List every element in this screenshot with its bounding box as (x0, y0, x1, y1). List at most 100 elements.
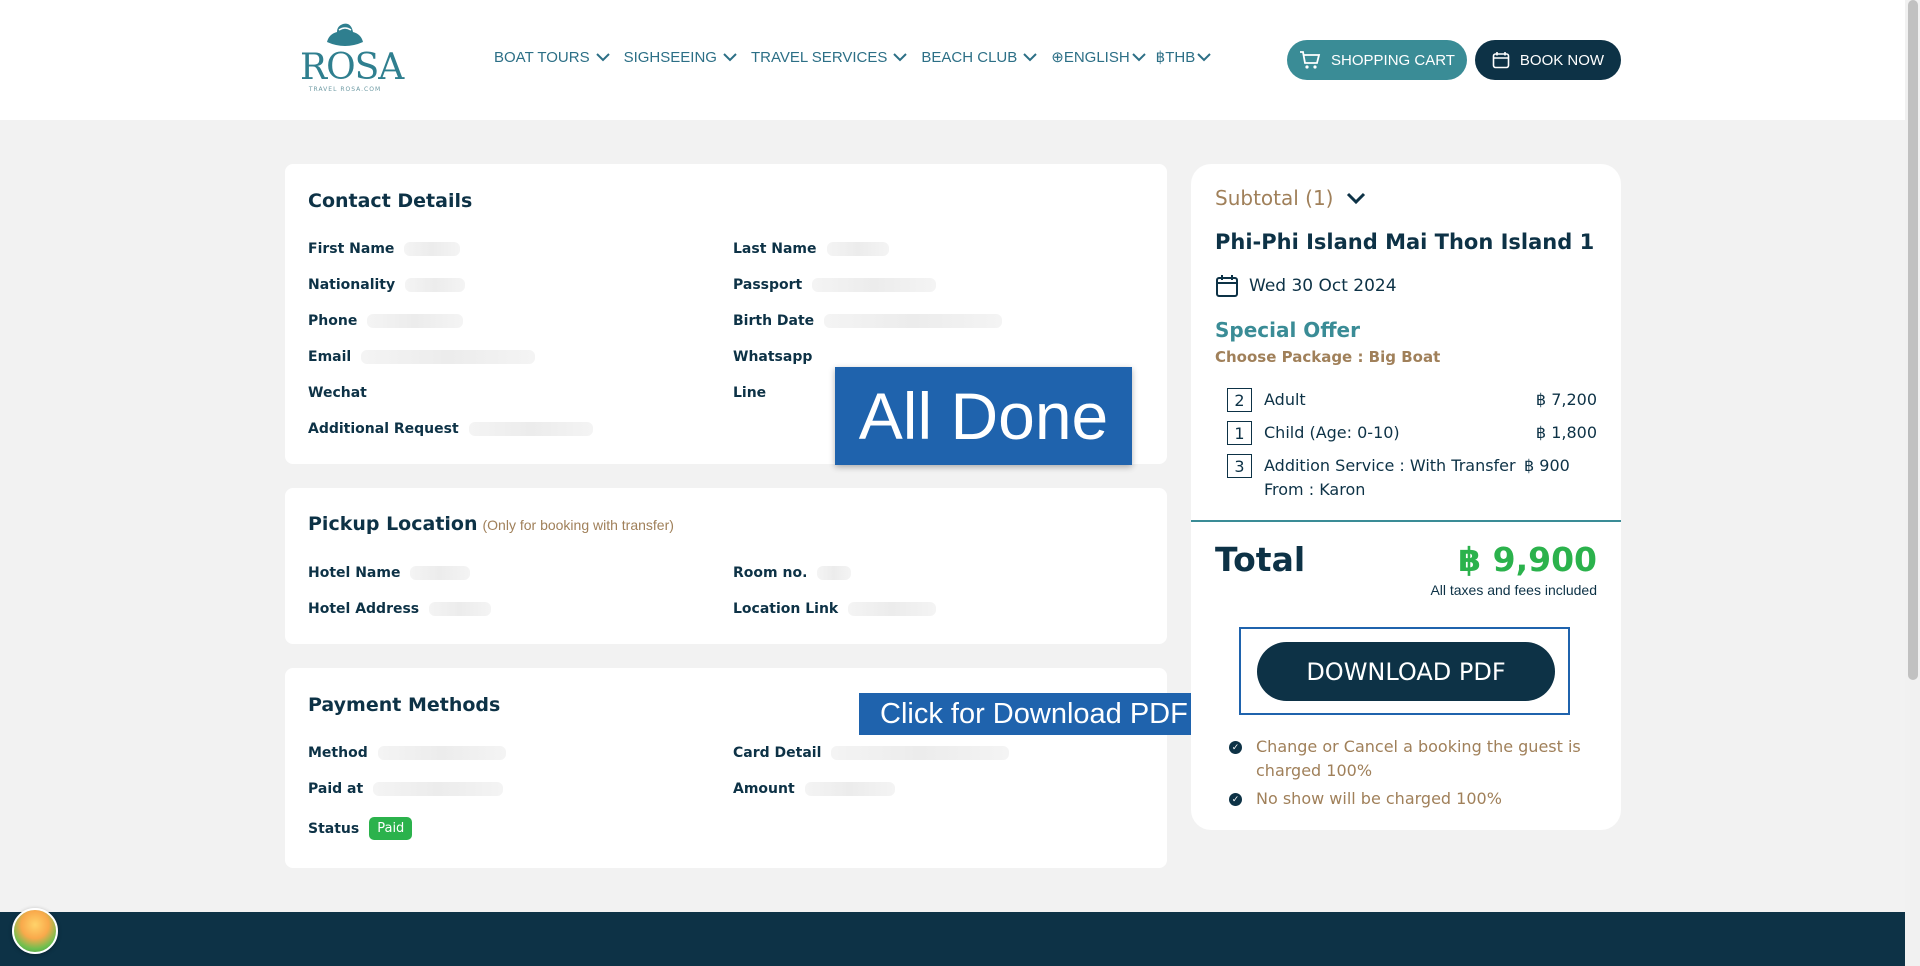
tour-date: Wed 30 Oct 2024 (1215, 274, 1397, 298)
redacted-value (429, 602, 492, 616)
package-label: Choose Package : Big Boat (1215, 348, 1441, 366)
hotel-address-field: Hotel Address (308, 601, 492, 617)
amount-field: Amount (733, 781, 895, 797)
field-label: Nationality (308, 277, 396, 293)
field-label: Location Link (733, 601, 839, 617)
field-label: Phone (308, 313, 358, 329)
total-label: Total (1215, 540, 1306, 579)
chevron-down-icon (893, 52, 908, 61)
email-field: Email (308, 349, 536, 365)
field-label: Whatsapp (733, 349, 813, 365)
passport-field: Passport (733, 277, 937, 293)
field-label: Hotel Name (308, 565, 401, 581)
hat-logo-icon (327, 23, 363, 46)
nav-language-select[interactable]: ⊕ENGLISH (1051, 48, 1146, 66)
phone-field: Phone (308, 313, 464, 329)
item-price: ฿ 7,200 (1535, 390, 1597, 409)
calendar-icon (1216, 275, 1238, 297)
book-label: BOOK NOW (1519, 51, 1605, 69)
nationality-field: Nationality (308, 277, 466, 293)
nav-sightseeing[interactable]: SIGHSEEING (624, 48, 737, 66)
redacted-value (361, 350, 536, 364)
beach-avatar-icon[interactable] (12, 908, 58, 954)
subtotal-toggle[interactable]: Subtotal (1) (1215, 186, 1366, 210)
first-name-field: First Name (308, 241, 461, 257)
chevron-down-icon (1023, 52, 1037, 61)
chevron-down-icon (1131, 52, 1146, 61)
nav-label: TRAVEL SERVICES (750, 48, 888, 66)
special-offer-label: Special Offer (1215, 318, 1360, 342)
nav-label: ⊕ENGLISH (1051, 49, 1130, 66)
field-label: Birth Date (733, 313, 815, 329)
redacted-value (404, 242, 461, 256)
policy-cancel: ✓ Change or Cancel a booking the guest i… (1229, 735, 1589, 783)
check-icon: ✓ (1229, 741, 1242, 754)
redacted-value (405, 278, 466, 292)
calendar-icon (1492, 52, 1510, 69)
redacted-value (377, 746, 506, 760)
nav-travel-services[interactable]: TRAVEL SERVICES (750, 48, 908, 66)
pickup-heading: Pickup Location (Only for booking with t… (308, 513, 674, 535)
quantity-box: 2 (1227, 388, 1252, 412)
cart-label: SHOPPING CART (1331, 51, 1455, 69)
field-label: Room no. (733, 565, 808, 581)
line-field: Line (733, 385, 766, 401)
check-icon: ✓ (1229, 793, 1242, 806)
policy-text: No show will be charged 100% (1256, 789, 1502, 808)
redacted-value (468, 422, 593, 436)
shopping-cart-button[interactable]: SHOPPING CART (1287, 40, 1467, 80)
location-link-field: Location Link (733, 601, 937, 617)
redacted-value (373, 782, 504, 796)
redacted-value (826, 242, 889, 256)
field-label: Email (308, 349, 352, 365)
line-item-transfer: 3 Addition Service : With Transfer From … (1227, 454, 1597, 502)
room-no-field: Room no. (733, 565, 852, 581)
nav-label: ฿THB (1155, 49, 1196, 66)
download-pdf-button[interactable]: DOWNLOAD PDF (1257, 642, 1555, 701)
policy-text: Change or Cancel a booking the guest is … (1256, 737, 1581, 780)
field-label: Additional Request (308, 421, 459, 437)
chevron-down-icon (723, 52, 737, 61)
nav-beach-club[interactable]: BEACH CLUB (921, 48, 1037, 66)
field-label: Wechat (308, 385, 367, 401)
field-label: Method (308, 745, 368, 761)
nav-label: BOAT TOURS (494, 48, 590, 66)
item-price: ฿ 900 (1524, 456, 1570, 475)
cart-icon (1300, 51, 1321, 69)
scrollbar-thumb[interactable] (1908, 0, 1918, 680)
redacted-value (410, 566, 471, 580)
book-now-button[interactable]: BOOK NOW (1475, 40, 1621, 80)
date-text: Wed 30 Oct 2024 (1249, 276, 1397, 296)
line-item-adult: 2 Adult ฿ 7,200 (1227, 388, 1597, 412)
nav-currency-select[interactable]: ฿THB (1156, 48, 1212, 66)
field-label: Card Detail (733, 745, 822, 761)
card-detail-field: Card Detail (733, 745, 1010, 761)
pickup-note: (Only for booking with transfer) (482, 517, 674, 533)
tax-note: All taxes and fees included (1430, 582, 1597, 598)
nav-boat-tours[interactable]: BOAT TOURS (494, 48, 610, 66)
quantity-box: 1 (1227, 421, 1252, 445)
total-value: ฿ 9,900 (1458, 540, 1597, 579)
redacted-value (367, 314, 464, 328)
chevron-down-icon (595, 52, 610, 61)
field-label: Line (733, 385, 767, 401)
brand-wordmark: ROSA (300, 47, 404, 88)
quantity-box: 3 (1227, 454, 1252, 478)
brand-tagline: TRAVEL ROSA.COM (308, 86, 382, 93)
item-description: Child (Age: 0-10) (1264, 423, 1400, 442)
brand-logo[interactable]: ROSA TRAVEL ROSA.COM (300, 20, 404, 100)
additional-request-field: Additional Request (308, 421, 593, 437)
paid-at-field: Paid at (308, 781, 504, 797)
site-footer (0, 912, 1905, 966)
status-badge: Paid (369, 817, 413, 840)
field-label: Passport (733, 277, 803, 293)
chevron-down-icon (1346, 192, 1365, 204)
field-label: Hotel Address (308, 601, 420, 617)
redacted-value (831, 746, 1010, 760)
last-name-field: Last Name (733, 241, 889, 257)
policy-no-show: ✓ No show will be charged 100% (1229, 787, 1589, 811)
item-description: Addition Service : With Transfer From : … (1264, 456, 1516, 499)
hotel-name-field: Hotel Name (308, 565, 471, 581)
redacted-value (817, 566, 852, 580)
redacted-value (812, 278, 937, 292)
